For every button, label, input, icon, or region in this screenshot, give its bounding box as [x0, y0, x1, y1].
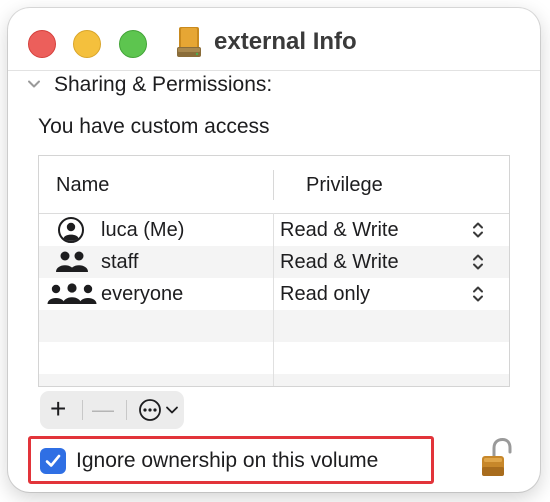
chevron-down-icon[interactable]	[26, 76, 42, 92]
checkmark-icon	[45, 454, 61, 467]
chevron-down-icon	[166, 406, 178, 414]
toolbar-divider	[82, 400, 83, 420]
row-name: everyone	[101, 283, 184, 305]
ignore-ownership-checkbox[interactable]	[40, 448, 66, 474]
privilege-select[interactable]: Read & Write	[280, 250, 399, 274]
row-name: staff	[101, 251, 139, 273]
group-icon	[56, 251, 88, 272]
info-window: external Info Sharing & Permissions: You…	[8, 8, 540, 492]
section-title: Sharing & Permissions:	[54, 73, 273, 96]
user-icon	[58, 217, 84, 243]
action-menu-button[interactable]	[128, 391, 184, 429]
privilege-select[interactable]: Read only	[280, 282, 370, 306]
table-row[interactable]: staff Read & Write	[39, 246, 509, 278]
column-divider	[273, 213, 274, 386]
up-down-chevron-icon[interactable]	[471, 284, 485, 304]
column-header-privilege[interactable]: Privilege	[306, 173, 383, 197]
unlocked-lock-icon[interactable]	[478, 438, 512, 478]
close-button[interactable]	[28, 30, 56, 58]
zoom-button[interactable]	[119, 30, 147, 58]
permissions-table: Name Privilege luca (Me) Read & Write st…	[38, 155, 510, 387]
column-header-name[interactable]: Name	[56, 173, 109, 197]
up-down-chevron-icon[interactable]	[471, 220, 485, 240]
minus-icon: —	[92, 397, 114, 422]
up-down-chevron-icon[interactable]	[471, 252, 485, 272]
row-name: luca (Me)	[101, 219, 185, 241]
column-divider	[273, 170, 274, 200]
privilege-select[interactable]: Read & Write	[280, 218, 399, 242]
table-header: Name Privilege	[39, 156, 509, 214]
remove-button[interactable]: —	[84, 391, 122, 429]
access-description: You have custom access	[38, 115, 270, 138]
everyone-icon	[47, 283, 97, 304]
title-bar: external Info	[8, 8, 540, 70]
title-separator	[8, 70, 540, 71]
ignore-ownership-label[interactable]: Ignore ownership on this volume	[76, 448, 378, 474]
window-title: external Info	[214, 28, 357, 55]
permissions-toolbar: + —	[40, 391, 184, 429]
toolbar-divider	[126, 400, 127, 420]
empty-row	[39, 374, 509, 386]
empty-row	[39, 310, 509, 342]
minimize-button[interactable]	[73, 30, 101, 58]
plus-icon: +	[50, 393, 67, 424]
empty-row	[39, 342, 509, 374]
add-button[interactable]: +	[40, 391, 80, 429]
table-row[interactable]: everyone Read only	[39, 278, 509, 310]
table-row[interactable]: luca (Me) Read & Write	[39, 214, 509, 246]
ellipsis-circle-icon	[139, 399, 161, 421]
external-drive-icon	[177, 27, 201, 57]
